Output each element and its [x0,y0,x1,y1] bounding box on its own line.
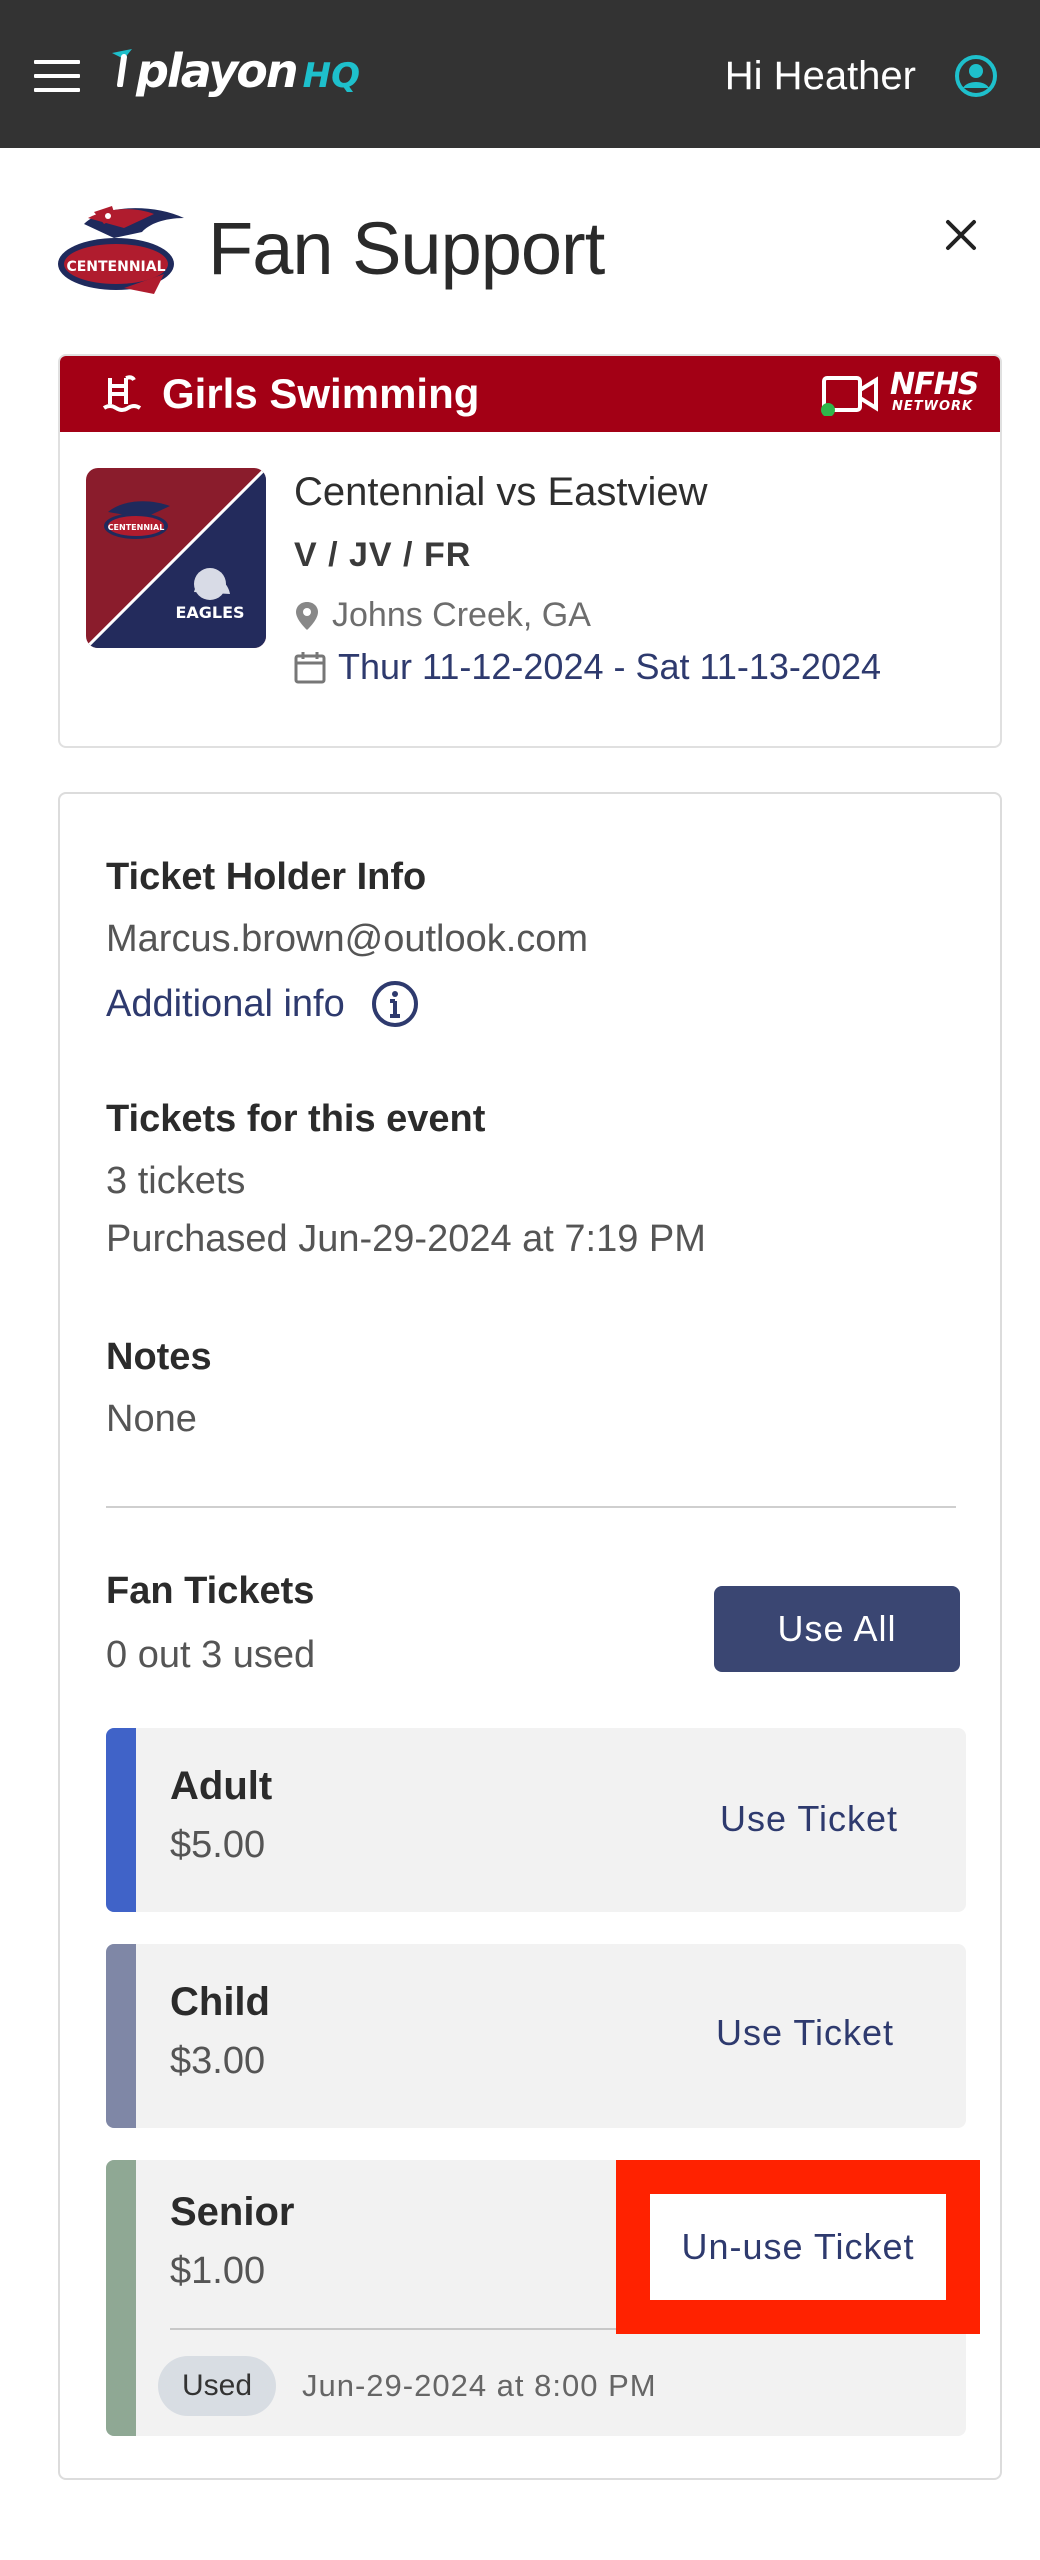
video-camera-icon [821,376,878,416]
user-account-icon[interactable] [954,54,998,98]
notes-value: None [106,1398,197,1440]
event-dates-text: Thur 11-12-2024 - Sat 11-13-2024 [338,646,882,687]
brand-name: playon [136,44,299,98]
fan-tickets-label: Fan Tickets [106,1570,315,1612]
ticket-price: $5.00 [170,1824,266,1866]
school-logo-text: CENTENNIAL [66,259,165,275]
purchase-date: Purchased Jun-29-2024 at 7:19 PM [106,1218,706,1260]
nfhs-logo-text: NFHS [890,367,979,402]
location-pin-icon [296,601,318,630]
sport-name: Girls Swimming [162,370,480,417]
nfhs-logo-subtext: NETWORK [892,399,974,414]
ticket-type: Child [170,1980,270,2024]
used-timestamp: Jun-29-2024 at 8:00 PM [302,2368,657,2403]
matchup-title: Centennial vs Eastview [294,470,708,514]
brand-suffix: HQ [302,56,361,96]
ticket-color-bar [106,1944,136,2128]
ticket-color-bar [106,2160,136,2436]
ticket-holder-label: Ticket Holder Info [106,856,427,898]
ticket-child: Child $3.00 Use Ticket [106,1944,966,2128]
playon-hq-logo[interactable]: playon HQ [110,44,360,104]
ticket-holder-email: Marcus.brown@outlook.com [106,918,589,960]
unuse-ticket-button[interactable]: Un-use Ticket [650,2194,946,2300]
calendar-icon [294,652,326,684]
swimming-pool-icon [102,375,142,412]
team-levels: V / JV / FR [294,536,472,574]
top-nav-bar: playon HQ Hi Heather [0,0,1040,148]
close-icon[interactable] [940,214,982,256]
centennial-school-logo: CENTENNIAL [58,206,184,294]
event-dates: Thur 11-12-2024 - Sat 11-13-2024 [294,646,881,688]
ticket-type: Adult [170,1764,273,1808]
section-divider [106,1506,956,1508]
use-ticket-button[interactable]: Use Ticket [716,2012,894,2054]
event-card: Girls Swimming NFHS NETWORK CENTENNIAL E… [58,354,1002,748]
ticket-color-bar [106,1728,136,1912]
notes-label: Notes [106,1336,212,1378]
ticket-type: Senior [170,2190,295,2234]
ticket-count: 3 tickets [106,1160,246,1202]
home-logo-text: CENTENNIAL [108,523,165,532]
use-all-button[interactable]: Use All [714,1586,960,1672]
additional-info-label: Additional info [106,982,345,1025]
playon-mark-icon [112,49,132,87]
use-ticket-button[interactable]: Use Ticket [720,1798,898,1840]
menu-icon[interactable] [34,60,80,92]
ticket-price: $3.00 [170,2040,266,2082]
ticket-adult: Adult $5.00 Use Ticket [106,1728,966,1912]
tickets-event-label: Tickets for this event [106,1098,486,1140]
nfhs-network-logo: NFHS NETWORK [890,370,982,418]
ticket-price: $1.00 [170,2250,266,2292]
away-logo-text: EAGLES [175,603,244,622]
page-title: Fan Support [208,207,605,290]
info-icon[interactable] [371,980,419,1028]
event-location: Johns Creek, GA [294,596,591,635]
sport-header: Girls Swimming NFHS NETWORK [60,356,1000,432]
additional-info-link[interactable]: Additional info [106,980,419,1028]
matchup-image: CENTENNIAL EAGLES [86,468,266,648]
location-text: Johns Creek, GA [332,596,591,634]
user-greeting: Hi Heather [724,54,916,98]
used-status-badge: Used [158,2356,276,2416]
tickets-used-summary: 0 out 3 used [106,1634,316,1676]
